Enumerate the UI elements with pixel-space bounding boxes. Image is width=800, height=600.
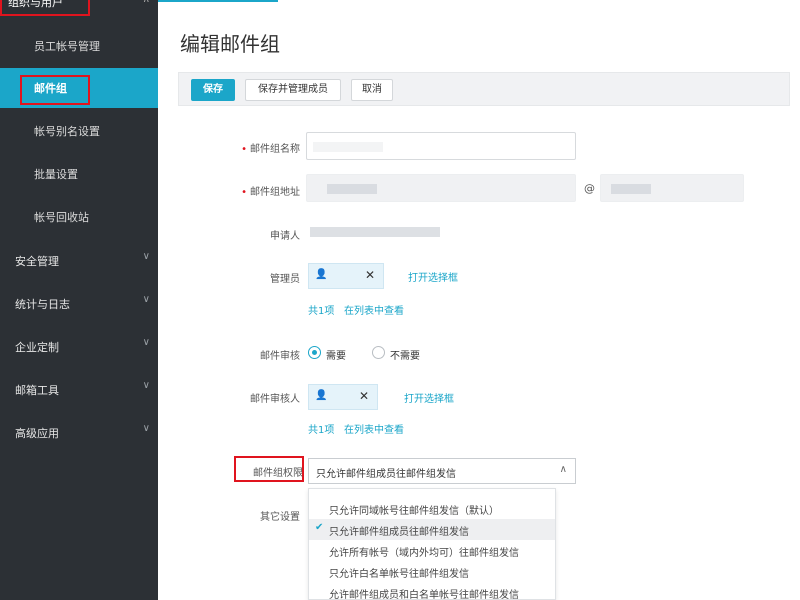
main-content: 编辑邮件组 保存 保存并管理成员 取消 • 邮件组名称 • 邮件组地址 @ 申请人 … [158,0,800,600]
chevron-down-icon: ∨ [142,337,150,348]
reviewer-chip: 👤 ✕ [308,384,378,410]
sidebar-group-label: 统计与日志 [15,298,70,311]
reviewer-label: 邮件审核人 [250,394,300,405]
sidebar-group-label: 企业定制 [15,341,59,354]
sidebar-group-stats-logs[interactable]: 统计与日志 ∨ [0,284,158,324]
chevron-up-icon: ∧ [559,464,567,475]
annotation-highlight-box [0,0,90,16]
review-label: 邮件审核 [260,351,300,362]
reviewer-view-in-list-link[interactable]: 在列表中查看 [344,421,404,436]
admin-open-selector-link[interactable]: 打开选择框 [408,269,458,284]
chevron-down-icon: ∨ [142,294,150,305]
admin-view-in-list-link[interactable]: 在列表中查看 [344,302,404,317]
group-name-input[interactable] [306,132,576,160]
at-sign: @ [584,182,595,195]
group-address-label: • 邮件组地址 [241,187,300,198]
sidebar-item-label: 帐号回收站 [34,211,89,224]
applicant-label: 申请人 [270,231,300,242]
sidebar-item-label: 员工帐号管理 [34,40,100,53]
sidebar-group-customization[interactable]: 企业定制 ∨ [0,327,158,367]
domain-select[interactable] [600,174,744,202]
dropdown-option[interactable]: 允许所有帐号（域内外均可）往邮件组发信 [309,540,555,561]
reviewer-count-link[interactable]: 共1项 [308,421,334,436]
sidebar-group-label: 邮箱工具 [15,384,59,397]
review-no-need-label: 不需要 [390,351,420,362]
dropdown-option-selected[interactable]: ✔ 只允许邮件组成员往邮件组发信 [309,519,555,540]
group-address-input[interactable] [306,174,576,202]
dropdown-option[interactable]: 只允许白名单帐号往邮件组发信 [309,561,555,582]
annotation-highlight-box [20,75,90,105]
admin-label: 管理员 [270,274,300,285]
dropdown-option[interactable]: 只允许同域帐号往邮件组发信（默认） [309,498,555,519]
permission-dropdown: 只允许同域帐号往邮件组发信（默认） ✔ 只允许邮件组成员往邮件组发信 允许所有帐号… [308,488,556,600]
sidebar-group-advanced[interactable]: 高级应用 ∨ [0,413,158,453]
sidebar-group-mail-tools[interactable]: 邮箱工具 ∨ [0,370,158,410]
user-icon: 👤 [315,269,328,280]
permission-select[interactable]: 只允许邮件组成员往邮件组发信 ∧ [308,458,576,484]
chevron-down-icon: ∨ [142,251,150,262]
sidebar-item-batch-settings[interactable]: 批量设置 [0,154,158,194]
permission-label: 邮件组权限 [253,468,303,479]
sidebar-item-recycle-bin[interactable]: 帐号回收站 [0,197,158,237]
close-icon[interactable]: ✕ [359,389,369,403]
sidebar-item-staff-accounts[interactable]: 员工帐号管理 [0,26,158,66]
chevron-down-icon: ∨ [142,380,150,391]
applicant-value [310,227,440,237]
sidebar-group-label: 高级应用 [15,427,59,440]
sidebar-group-label: 安全管理 [15,255,59,268]
permission-select-value: 只允许邮件组成员往邮件组发信 [316,469,456,480]
admin-chip: 👤 ✕ [308,263,384,289]
other-settings-label: 其它设置 [260,512,300,523]
group-name-label: • 邮件组名称 [241,144,300,155]
chevron-up-icon: ∧ [143,0,150,5]
sidebar-item-label: 批量设置 [34,168,78,181]
chevron-down-icon: ∨ [142,423,150,434]
admin-count-link[interactable]: 共1项 [308,302,334,317]
dropdown-option[interactable]: 允许邮件组成员和白名单帐号往邮件组发信 [309,582,555,600]
sidebar-item-account-alias[interactable]: 帐号别名设置 [0,111,158,151]
sidebar-group-security[interactable]: 安全管理 ∨ [0,241,158,281]
review-need-radio[interactable] [308,346,321,359]
sidebar-item-label: 帐号别名设置 [34,125,100,138]
review-need-label: 需要 [326,351,346,362]
close-icon[interactable]: ✕ [365,268,375,282]
save-and-manage-members-button[interactable]: 保存并管理成员 [245,79,341,101]
review-no-need-radio[interactable] [372,346,385,359]
reviewer-open-selector-link[interactable]: 打开选择框 [404,390,454,405]
user-icon: 👤 [315,390,328,401]
tab-accent-line [158,0,278,2]
save-button[interactable]: 保存 [191,79,235,101]
toolbar: 保存 保存并管理成员 取消 [178,72,790,106]
check-icon: ✔ [315,522,324,533]
page-title: 编辑邮件组 [180,32,280,56]
cancel-button[interactable]: 取消 [351,79,393,101]
